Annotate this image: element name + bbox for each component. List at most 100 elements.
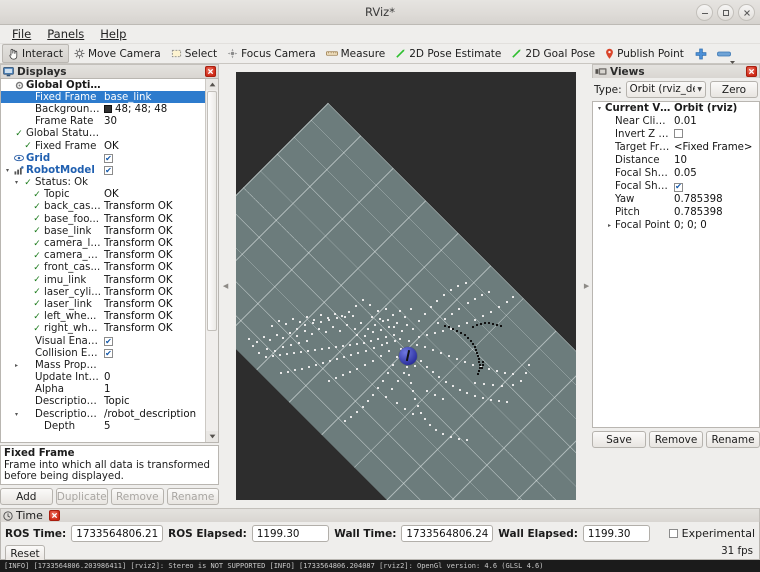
render-viewport[interactable] — [236, 72, 576, 500]
view-property-row[interactable]: ▸ Focal Point 0; 0; 0 — [593, 219, 759, 232]
display-property-row[interactable]: ▸ Grid ✔ — [1, 152, 205, 164]
view-property-row[interactable]: ▸Near Clip ...0.01 — [593, 115, 759, 128]
close-button[interactable] — [738, 4, 755, 21]
views-zero-button[interactable]: Zero — [710, 81, 758, 98]
property-value-cell[interactable]: Transform OK — [101, 323, 205, 334]
property-value-cell[interactable]: OK — [101, 141, 205, 152]
views-type-combobox[interactable]: Orbit (rviz_defau ▼ — [625, 81, 706, 98]
wall-elapsed-field[interactable]: 1199.30 — [582, 525, 650, 542]
tool-focus-camera[interactable]: Focus Camera — [222, 45, 321, 63]
property-value-cell[interactable]: Transform OK — [101, 275, 205, 286]
display-property-row[interactable]: ▸✓camera_o...Transform OK — [1, 250, 205, 262]
display-property-row[interactable]: ▸✓right_wh...Transform OK — [1, 323, 205, 335]
property-value-cell[interactable]: 5 — [101, 421, 205, 432]
view-property-row[interactable]: ▸Focal Shap...0.05 — [593, 167, 759, 180]
time-close-button[interactable] — [48, 510, 60, 521]
property-value-cell[interactable]: ✔ — [101, 153, 205, 164]
property-value-cell[interactable]: Transform OK — [101, 238, 205, 249]
property-value-cell[interactable]: Transform OK — [101, 201, 205, 212]
view-property-row[interactable]: ▾Current ViewOrbit (rviz) — [593, 102, 759, 115]
chevron-right-icon[interactable]: ▸ — [12, 362, 21, 369]
display-property-row[interactable]: ▾ RobotModel ✔ — [1, 164, 205, 176]
display-property-row[interactable]: ▸✓front_cas...Transform OK — [1, 262, 205, 274]
right-splitter-handle[interactable]: ▶ — [584, 64, 589, 508]
views-close-button[interactable] — [746, 66, 757, 77]
property-checkbox[interactable]: ✔ — [104, 166, 113, 176]
view-property-value-cell[interactable]: 0.01 — [671, 116, 759, 127]
property-value-cell[interactable]: base_link — [101, 92, 205, 103]
property-value-cell[interactable]: /robot_description — [101, 409, 205, 420]
property-value-cell[interactable]: Topic — [101, 396, 205, 407]
chevron-down-icon[interactable]: ▾ — [3, 167, 12, 174]
display-property-row[interactable]: ▸ Description Sou...Topic — [1, 396, 205, 408]
tool-2d-goal-pose[interactable]: 2D Goal Pose — [506, 45, 600, 63]
ros-time-field[interactable]: 1733564806.21 — [71, 525, 164, 542]
property-value-cell[interactable]: Transform OK — [101, 311, 205, 322]
property-value-cell[interactable]: 48; 48; 48 — [101, 104, 205, 115]
view-property-value-cell[interactable]: 0; 0; 0 — [671, 220, 759, 231]
scroll-up-arrow[interactable] — [206, 79, 218, 90]
display-property-row[interactable]: ▸ Global Options — [1, 79, 205, 91]
view-property-value-cell[interactable] — [671, 128, 759, 141]
property-value-cell[interactable]: Transform OK — [101, 214, 205, 225]
chevron-down-icon[interactable]: ▾ — [595, 105, 604, 112]
view-property-row[interactable]: ▸Invert Z Axis — [593, 128, 759, 141]
experimental-toggle[interactable]: Experimental — [668, 527, 755, 540]
property-checkbox[interactable]: ✔ — [104, 349, 113, 359]
experimental-checkbox[interactable] — [668, 529, 678, 538]
color-swatch[interactable] — [104, 104, 112, 113]
display-property-row[interactable]: ▸ Alpha 1 — [1, 384, 205, 396]
left-splitter-handle[interactable]: ◀ — [223, 64, 228, 508]
menu-help[interactable]: Help — [93, 26, 133, 42]
tool-move-camera[interactable]: Move Camera — [69, 45, 166, 63]
property-value-cell[interactable]: ✔ — [101, 348, 205, 359]
menu-file[interactable]: File — [5, 26, 38, 42]
views-property-tree[interactable]: ▾Current ViewOrbit (rviz)▸Near Clip ...0… — [593, 102, 759, 427]
view-property-value-cell[interactable]: 0.785398 — [671, 207, 759, 218]
view-property-value-cell[interactable]: Orbit (rviz) — [671, 103, 759, 114]
view-property-value-cell[interactable]: 10 — [671, 155, 759, 166]
displays-scrollbar[interactable] — [205, 79, 218, 442]
view-property-checkbox[interactable]: ✔ — [674, 182, 683, 192]
view-property-row[interactable]: ▸Target Fra...<Fixed Frame> — [593, 141, 759, 154]
property-checkbox[interactable]: ✔ — [104, 154, 113, 164]
ros-elapsed-field[interactable]: 1199.30 — [251, 525, 330, 542]
display-property-row[interactable]: ▾ ✓ Status: Ok — [1, 177, 205, 189]
scroll-down-arrow[interactable] — [206, 431, 218, 442]
chevron-right-icon[interactable]: ▸ — [605, 222, 614, 229]
display-property-row[interactable]: ▾ Description Topic/robot_description — [1, 408, 205, 420]
property-value-cell[interactable]: Transform OK — [101, 262, 205, 273]
display-property-row[interactable]: ▸✓camera_linkTransform OK — [1, 237, 205, 249]
displays-property-tree[interactable]: ▸ Global Options ▸ Fixed Frame base_link ▸ Bac… — [1, 79, 205, 442]
scrollbar-thumb[interactable] — [207, 91, 217, 331]
view-property-value-cell[interactable]: <Fixed Frame> — [671, 142, 759, 153]
display-property-row[interactable]: ▸✓laser_cyli...Transform OK — [1, 286, 205, 298]
view-property-row[interactable]: ▸Focal Shap...✔ — [593, 180, 759, 193]
display-property-row[interactable]: ▸✓laser_linkTransform OK — [1, 298, 205, 310]
display-property-row[interactable]: ▸ Depth 5 — [1, 420, 205, 432]
chevron-down-icon[interactable]: ▾ — [12, 411, 21, 418]
property-value-cell[interactable]: Transform OK — [101, 250, 205, 261]
views-remove-button[interactable]: Remove — [649, 431, 703, 448]
view-property-value-cell[interactable]: ✔ — [671, 181, 759, 192]
property-value-cell[interactable]: ✔ — [101, 165, 205, 176]
property-checkbox[interactable]: ✔ — [104, 337, 113, 347]
display-property-row[interactable]: ▸✓base_linkTransform OK — [1, 225, 205, 237]
property-value-cell[interactable]: Transform OK — [101, 299, 205, 310]
property-value-cell[interactable]: Transform OK — [101, 226, 205, 237]
tool-publish-point[interactable]: Publish Point — [600, 45, 689, 63]
display-property-row[interactable]: ▸✓Fixed FrameOK — [1, 140, 205, 152]
property-value-cell[interactable]: Transform OK — [101, 287, 205, 298]
view-property-row[interactable]: ▸Yaw0.785398 — [593, 193, 759, 206]
views-save-button[interactable]: Save — [592, 431, 646, 448]
property-value-cell[interactable]: 30 — [101, 116, 205, 127]
property-value-cell[interactable]: 0 — [101, 372, 205, 383]
view-property-row[interactable]: ▸Pitch0.785398 — [593, 206, 759, 219]
display-property-row[interactable]: ▸✓left_whe...Transform OK — [1, 311, 205, 323]
display-property-row[interactable]: ▸ Frame Rate 30 — [1, 116, 205, 128]
display-property-row[interactable]: ▸ Update Interval0 — [1, 372, 205, 384]
tool-measure[interactable]: Measure — [321, 45, 391, 63]
display-property-row[interactable]: ▸✓back_cast...Transform OK — [1, 201, 205, 213]
view-property-value-cell[interactable]: 0.785398 — [671, 194, 759, 205]
tool-interact[interactable]: Interact — [2, 44, 69, 63]
